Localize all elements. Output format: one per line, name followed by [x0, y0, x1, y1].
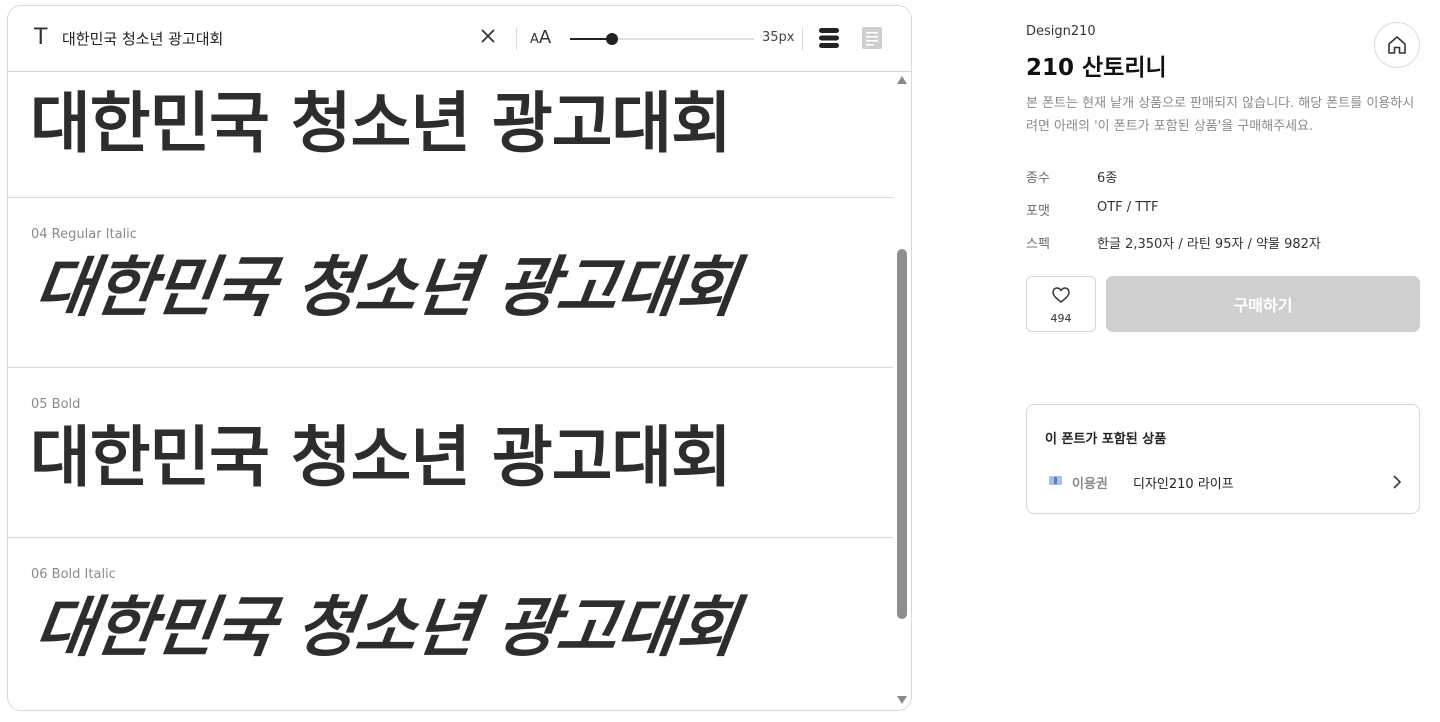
style-row: 대한민국 청소년 광고대회 — [8, 72, 893, 198]
scrollbar[interactable] — [897, 76, 907, 704]
specimen-text: 대한민국 청소년 광고대회 — [30, 85, 732, 162]
product-type: 이용권 — [1072, 477, 1108, 492]
like-button[interactable]: 494 — [1026, 276, 1096, 332]
specimen-text: 대한민국 청소년 광고대회 — [30, 249, 742, 326]
foundry-link[interactable]: Design210 — [1026, 24, 1096, 39]
slider-handle[interactable] — [605, 33, 618, 45]
specimen-text: 대한민국 청소년 광고대회 — [30, 589, 742, 666]
style-label: 06 Bold Italic — [31, 567, 116, 582]
scrollbar-thumb[interactable] — [897, 248, 907, 619]
font-size-icon: AA — [530, 27, 552, 48]
sample-text-input[interactable] — [62, 25, 462, 51]
style-label: 05 Bold — [31, 397, 81, 412]
product-name: 디자인210 라이프 — [1133, 477, 1234, 492]
style-row: 04 Regular Italic 대한민국 청소년 광고대회 — [8, 198, 893, 368]
specimen-text: 대한민국 청소년 광고대회 — [30, 419, 732, 496]
font-size-slider[interactable] — [570, 30, 754, 48]
buy-button[interactable]: 구매하기 — [1106, 276, 1420, 332]
spec-value: 한글 2,350자 / 라틴 95자 / 약물 982자 — [1097, 237, 1321, 252]
spec-key: 종수 — [1026, 171, 1050, 186]
home-icon — [1388, 36, 1406, 54]
style-row: 05 Bold 대한민국 청소년 광고대회 — [8, 368, 893, 538]
included-products-card: 이 폰트가 포함된 상품 이용권 디자인210 라이프 — [1026, 404, 1420, 514]
ticket-icon — [1049, 476, 1062, 485]
scroll-up-arrow[interactable] — [897, 76, 907, 84]
heart-icon — [1052, 287, 1070, 303]
font-info-panel: Design210 210 산토리니 본 폰트는 현재 낱개 상품으로 판매되지… — [1026, 0, 1422, 722]
paragraph-view-icon[interactable] — [861, 26, 883, 50]
list-view-icon[interactable] — [818, 26, 840, 50]
close-icon[interactable] — [478, 26, 498, 46]
style-row: 06 Bold Italic 대한민국 청소년 광고대회 — [8, 538, 893, 707]
chevron-right-icon — [1393, 475, 1402, 489]
spec-value: 6종 — [1097, 171, 1118, 186]
preview-toolbar: T AA 35px — [8, 6, 911, 72]
style-label: 04 Regular Italic — [31, 227, 137, 242]
included-product-item[interactable]: 이용권 디자인210 라이프 — [1045, 471, 1405, 495]
text-icon: T — [34, 25, 48, 50]
spec-key: 포맷 — [1026, 204, 1050, 219]
font-preview-panel: T AA 35px 대한민국 청소년 광고대회 — [7, 5, 912, 711]
scroll-down-arrow[interactable] — [897, 696, 907, 704]
style-list: 대한민국 청소년 광고대회 04 Regular Italic 대한민국 청소년… — [8, 72, 893, 710]
spec-key: 스펙 — [1026, 237, 1050, 252]
sale-notice: 본 폰트는 현재 낱개 상품으로 판매되지 않습니다. 해당 폰트를 이용하시려… — [1026, 96, 1415, 134]
included-products-title: 이 폰트가 포함된 상품 — [1045, 432, 1167, 447]
home-button[interactable] — [1374, 22, 1420, 68]
font-title: 210 산토리니 — [1026, 55, 1167, 81]
spec-value: OTF / TTF — [1097, 200, 1159, 215]
font-size-value: 35px — [762, 30, 795, 45]
like-count: 494 — [1050, 312, 1072, 325]
toolbar-divider — [516, 28, 517, 50]
toolbar-divider — [802, 28, 803, 50]
